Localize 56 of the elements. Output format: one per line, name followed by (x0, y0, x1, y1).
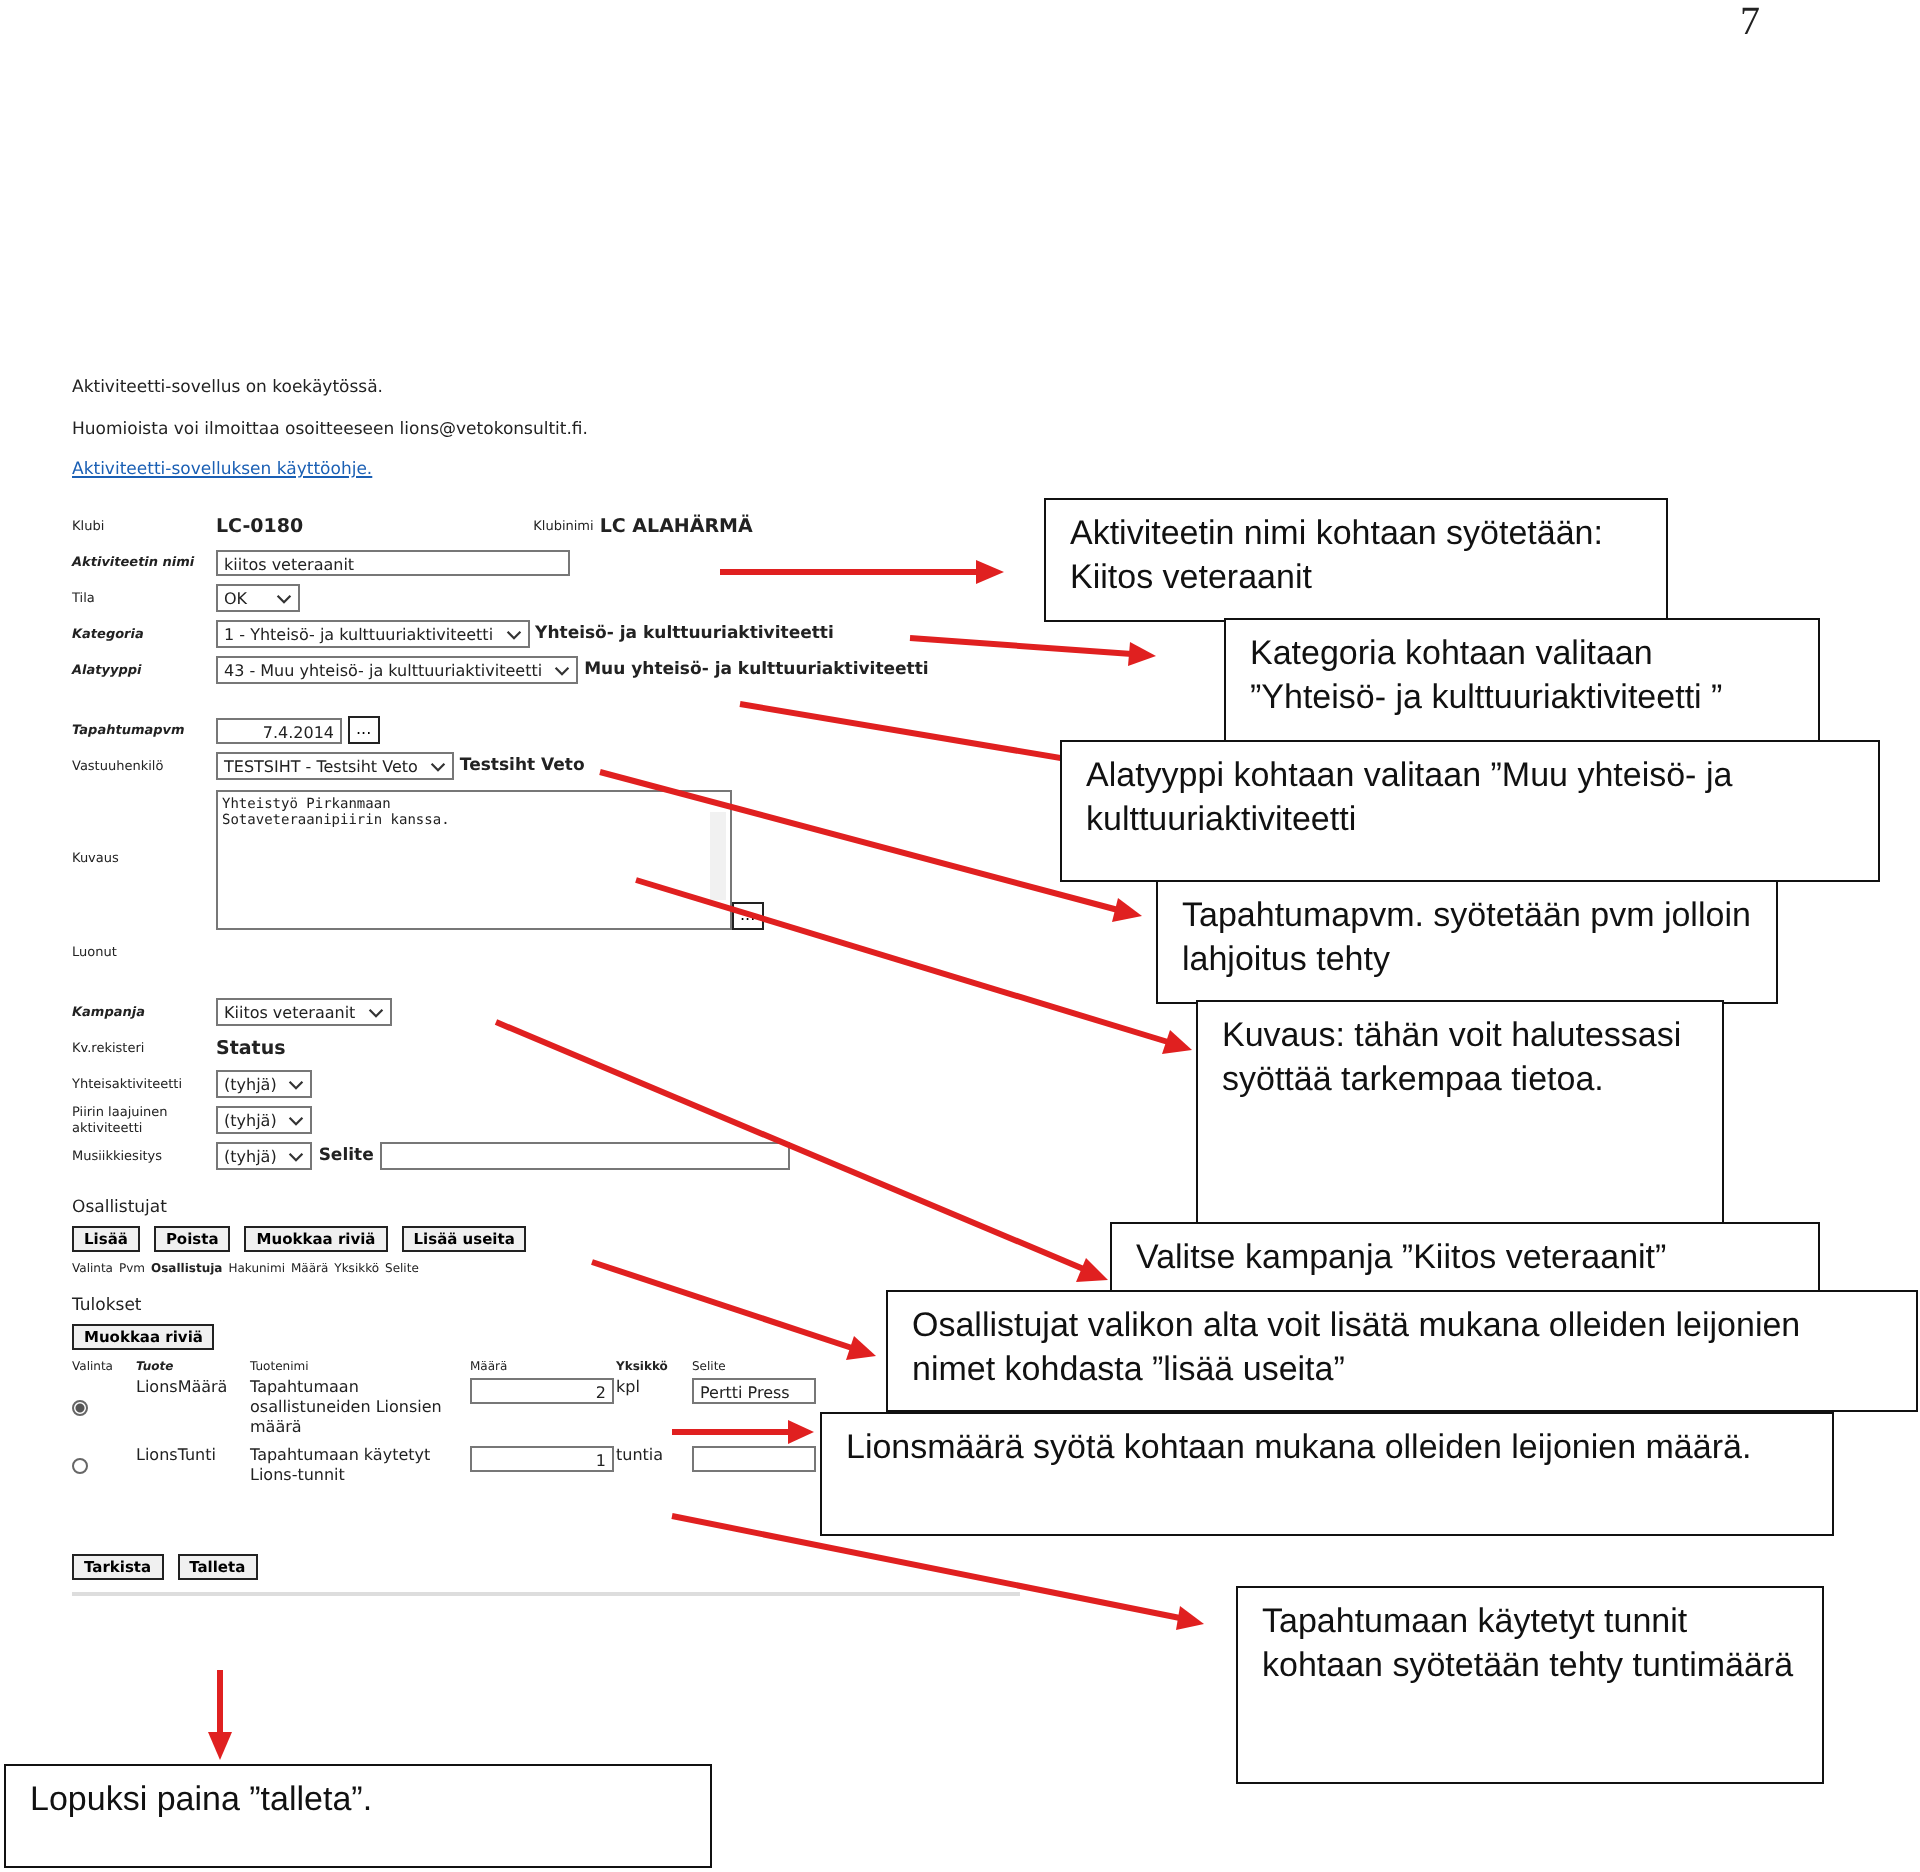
callout-box: Osallistujat valikon alta voit lisätä mukana olleiden leijonien nimet kohdasta ”lisää useita” (886, 1290, 1918, 1412)
field-label: Selite (318, 1146, 374, 1166)
field-value: LC-0180 (216, 515, 304, 537)
selection-text: Muu yhteisö- ja kulttuuriaktiviteetti (584, 660, 929, 680)
amount-field[interactable]: 1 (470, 1446, 614, 1472)
callout-box: Kategoria kohtaan valitaan ”Yhteisö- ja kulttuuriaktiviteetti ” (1224, 618, 1820, 742)
table-cell-text: LionsTunti (136, 1446, 218, 1468)
help-link[interactable]: Aktiviteetti-sovelluksen käyttöohje. (72, 460, 373, 480)
table-cell-text: Tapahtumaan osallistuneiden Lionsien määrä (250, 1378, 444, 1438)
radio-button[interactable] (72, 1400, 88, 1416)
callout-box: Lopuksi paina ”talleta”. (4, 1764, 712, 1868)
section-title: Osallistujat (72, 1198, 169, 1222)
dropdown[interactable]: TESTSIHT - Testsiht Veto (216, 752, 454, 780)
caret-icon (288, 1151, 305, 1161)
page-number: 7 (1740, 0, 1760, 46)
caret-icon (288, 1079, 305, 1089)
arrow (672, 1420, 814, 1444)
text-field[interactable]: kiitos veteraanit (216, 549, 570, 575)
table-cell-text: LionsMäärä (136, 1378, 230, 1400)
dropdown[interactable]: Kiitos veteraanit (216, 998, 392, 1026)
callout-box: Alatyyppi kohtaan valitaan ”Muu yhteisö- ja kulttuuriaktiviteetti (1060, 740, 1880, 882)
table-cell-text: tuntia (616, 1446, 666, 1468)
caret-icon (429, 761, 446, 771)
note-field[interactable] (692, 1446, 816, 1472)
text-field[interactable] (379, 1142, 790, 1170)
callout-box: Tapahtumaan käytetyt tunnit kohtaan syötetään tehty tuntimäärä (1236, 1586, 1824, 1784)
dropdown[interactable]: 43 - Muu yhteisö- ja kulttuuriaktiviteetti (216, 656, 579, 684)
more-button[interactable]: ... (348, 716, 380, 744)
callout-box: Aktiviteetin nimi kohtaan syötetään: Kiitos veteraanit (1044, 498, 1668, 622)
arrow (208, 1670, 232, 1760)
caret-icon (288, 1115, 305, 1125)
note-field[interactable]: Pertti Press (692, 1378, 816, 1404)
caret-icon (367, 1007, 384, 1017)
callout-box: Tapahtumapvm. syötetään pvm jolloin lahjoitus tehty (1156, 880, 1778, 1004)
caret-icon (276, 593, 292, 603)
amount-field[interactable]: 2 (470, 1378, 614, 1404)
radio-button[interactable] (72, 1458, 88, 1474)
info-text: Huomioista voi ilmoittaa osoitteeseen lions@vetokonsultit.fi. (72, 418, 590, 444)
caret-icon (505, 629, 522, 639)
dropdown[interactable]: OK (216, 584, 300, 612)
dropdown[interactable]: (tyhjä) (216, 1106, 313, 1134)
caret-icon (554, 665, 571, 675)
table-cell-text: Tapahtumaan käytetyt Lions-tunnit (250, 1446, 433, 1486)
dropdown[interactable]: 1 - Yhteisö- ja kulttuuriaktiviteetti (216, 620, 530, 648)
date-field[interactable]: 7.4.2014 (216, 717, 342, 743)
table-cell-text: kpl (616, 1378, 642, 1400)
selection-text: Yhteisö- ja kulttuuriaktiviteetti (535, 624, 834, 644)
info-text: Aktiviteetti-sovellus on koekäytössä. (72, 376, 385, 402)
dropdown[interactable]: (tyhjä) (216, 1142, 313, 1170)
dropdown[interactable]: (tyhjä) (216, 1070, 313, 1098)
field-value: Status (216, 1037, 286, 1059)
selection-text: Testsiht Veto (459, 756, 585, 776)
callout-box: Lionsmäärä syötä kohtaan mukana olleiden leijonien määrä. (820, 1412, 1834, 1536)
section-title: Tulokset (72, 1296, 144, 1320)
scrollbar[interactable] (710, 812, 726, 900)
field-value: LC ALAHÄRMÄ (599, 515, 753, 537)
